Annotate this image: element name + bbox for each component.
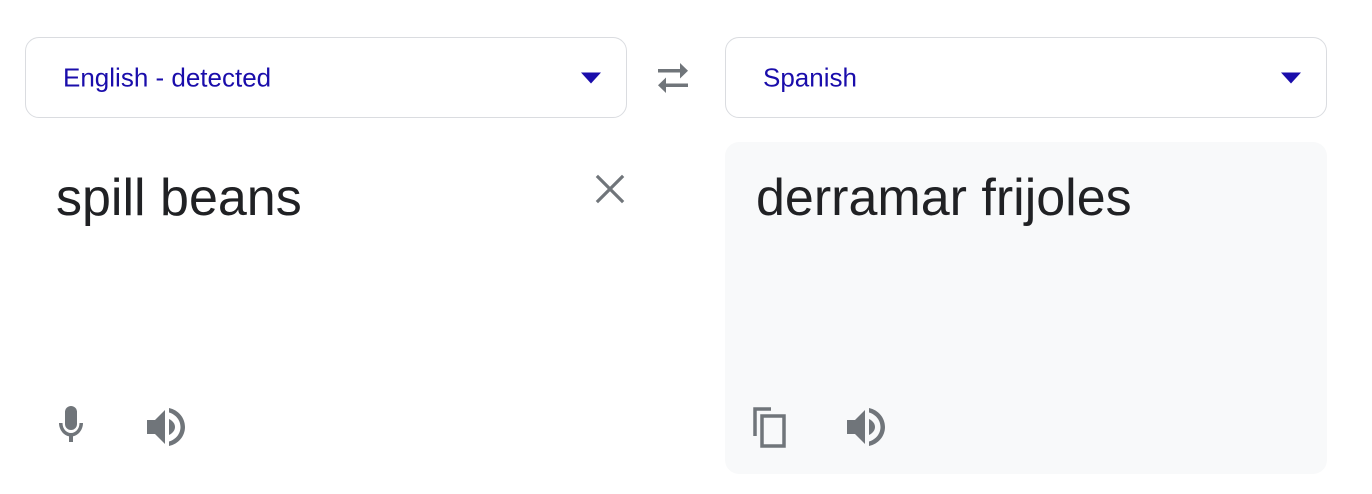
chevron-down-icon [1281,72,1301,83]
close-icon [590,169,630,209]
translate-widget: English - detected Spanish spill beans d… [0,0,1372,494]
speaker-icon [143,405,187,449]
source-listen-button[interactable] [143,405,187,449]
source-language-label: English - detected [63,62,272,92]
target-language-select[interactable]: Spanish [725,37,1327,118]
microphone-icon [50,404,94,448]
target-listen-button[interactable] [843,405,887,449]
target-text-panel: derramar frijoles [725,142,1327,474]
swap-languages-button[interactable] [650,57,696,99]
chevron-down-icon [581,72,601,83]
clear-text-button[interactable] [590,169,630,209]
speaker-icon [843,405,887,449]
swap-arrows-icon [650,57,696,99]
voice-input-button[interactable] [50,404,94,448]
translated-text: derramar frijoles [756,169,1132,227]
copy-icon [749,406,793,450]
source-text-input[interactable]: spill beans [56,166,302,230]
source-text-panel: spill beans [25,142,627,474]
target-language-label: Spanish [763,62,857,92]
source-language-select[interactable]: English - detected [25,37,627,118]
copy-translation-button[interactable] [749,406,793,450]
